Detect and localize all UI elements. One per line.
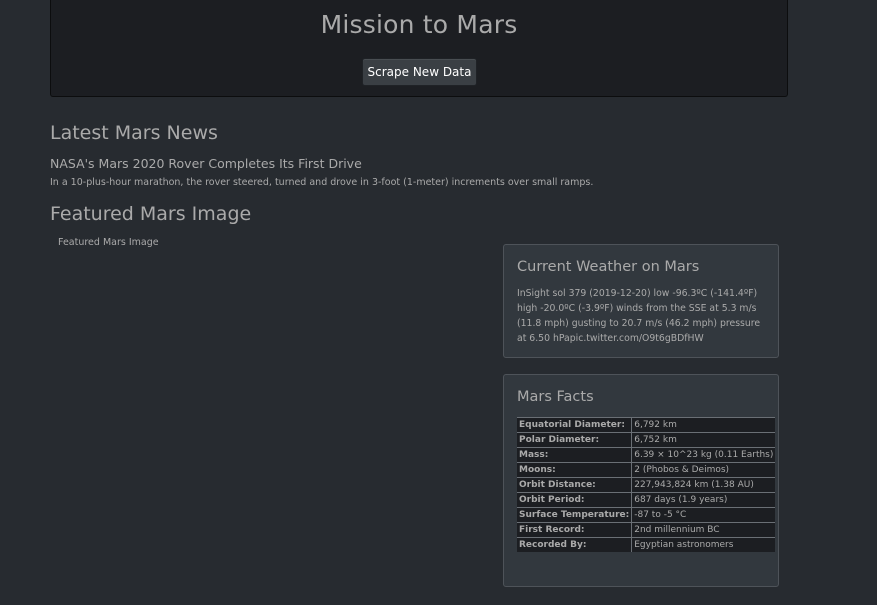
fact-label: Polar Diameter: — [517, 432, 633, 448]
featured-image-alt-text: Featured Mars Image — [58, 237, 159, 248]
weather-panel: Current Weather on Mars InSight sol 379 … — [503, 244, 779, 358]
weather-text: InSight sol 379 (2019-12-20) low -96.3ºC… — [517, 288, 761, 344]
fact-value: 6,792 km — [631, 417, 776, 433]
mars-facts-title: Mars Facts — [517, 389, 594, 405]
fact-value: Egyptian astronomers — [631, 537, 776, 552]
table-row: Orbit Distance: 227,943,824 km (1.38 AU) — [517, 477, 776, 493]
table-row: Equatorial Diameter: 6,792 km — [517, 417, 776, 433]
fact-label: First Record: — [517, 522, 633, 538]
fact-label: Orbit Period: — [517, 492, 633, 508]
weather-title: Current Weather on Mars — [517, 259, 700, 275]
fact-label: Orbit Distance: — [517, 477, 633, 493]
news-headline: NASA's Mars 2020 Rover Completes Its Fir… — [50, 156, 362, 171]
latest-news-heading: Latest Mars News — [50, 122, 218, 144]
featured-image-heading: Featured Mars Image — [50, 203, 252, 225]
table-row: Recorded By: Egyptian astronomers — [517, 537, 776, 552]
table-row: First Record: 2nd millennium BC — [517, 522, 776, 538]
fact-value: 687 days (1.9 years) — [631, 492, 776, 508]
table-row: Surface Temperature: -87 to -5 °C — [517, 507, 776, 523]
table-row: Polar Diameter: 6,752 km — [517, 432, 776, 448]
header-jumbotron: Mission to Mars Scrape New Data — [50, 0, 788, 97]
fact-value: 227,943,824 km (1.38 AU) — [631, 477, 776, 493]
broken-image-icon — [55, 238, 57, 248]
page-title: Mission to Mars — [320, 10, 518, 39]
fact-label: Recorded By: — [517, 537, 633, 552]
fact-label: Surface Temperature: — [517, 507, 633, 523]
fact-value: -87 to -5 °C — [631, 507, 776, 523]
fact-value: 6.39 × 10^23 kg (0.11 Earths) — [631, 447, 776, 463]
mars-facts-table: Equatorial Diameter: 6,792 km Polar Diame… — [517, 417, 776, 552]
table-row: Mass: 6.39 × 10^23 kg (0.11 Earths) — [517, 447, 776, 463]
featured-mars-image: Featured Mars Image — [55, 237, 159, 248]
fact-label: Mass: — [517, 447, 633, 463]
fact-value: 6,752 km — [631, 432, 776, 448]
fact-value: 2nd millennium BC — [631, 522, 776, 538]
table-row: Moons: 2 (Phobos & Deimos) — [517, 462, 776, 478]
scrape-new-data-button[interactable]: Scrape New Data — [362, 58, 477, 86]
fact-label: Equatorial Diameter: — [517, 417, 633, 433]
table-row: Orbit Period: 687 days (1.9 years) — [517, 492, 776, 508]
fact-label: Moons: — [517, 462, 633, 478]
fact-value: 2 (Phobos & Deimos) — [631, 462, 776, 478]
news-teaser: In a 10-plus-hour marathon, the rover st… — [50, 177, 594, 188]
mars-facts-panel: Mars Facts Equatorial Diameter: 6,792 km … — [503, 374, 779, 587]
